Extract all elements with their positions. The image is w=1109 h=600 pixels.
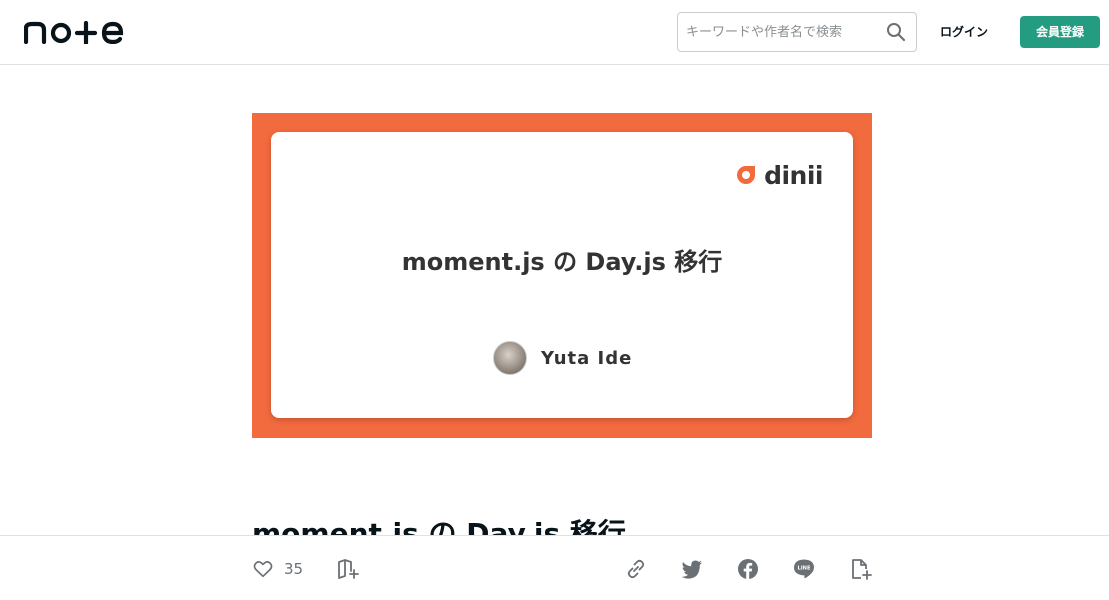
action-bar: 35 LINE [0,535,1109,600]
search-icon[interactable] [886,22,906,42]
link-icon[interactable] [624,557,648,581]
brand-logo: dinii [734,160,823,190]
global-header: ログイン 会員登録 [0,0,1109,65]
note-logo-mark [23,20,124,46]
line-icon[interactable]: LINE [792,557,816,581]
dinii-logo-icon [737,166,756,184]
eyecatch-author: Yuta Ide [493,340,632,376]
eyecatch-title: moment.js の Day.js 移行 [401,248,723,276]
note-add-icon[interactable] [848,557,872,581]
login-link[interactable]: ログイン [934,20,994,44]
author-name: Yuta Ide [541,347,633,369]
search-input[interactable] [686,13,882,51]
note-logo[interactable] [23,20,124,46]
svg-text:LINE: LINE [797,566,811,572]
twitter-icon[interactable] [680,557,704,581]
like-button[interactable]: 35 [252,557,303,581]
article-eyecatch-image: dinii moment.js の Day.js 移行 Yuta Ide [252,113,872,438]
author-avatar [493,341,527,375]
brand-name: dinii [764,160,823,190]
magazine-add-icon[interactable] [336,557,360,581]
like-count: 35 [284,560,304,578]
search-box[interactable] [677,12,917,52]
facebook-icon[interactable] [736,557,760,581]
signup-button[interactable]: 会員登録 [1020,16,1100,48]
eyecatch-card: dinii moment.js の Day.js 移行 Yuta Ide [271,132,853,418]
heart-icon [253,561,273,578]
